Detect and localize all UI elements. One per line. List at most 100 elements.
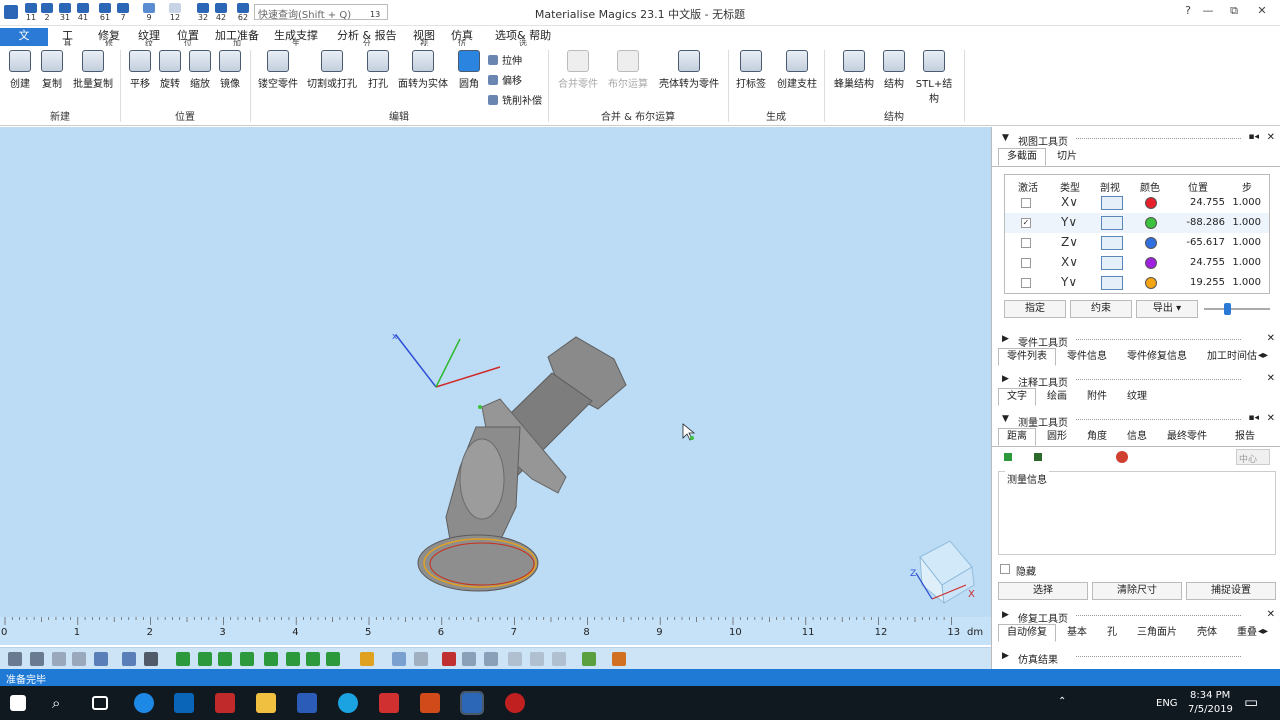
section-color-dot[interactable]	[1145, 217, 1157, 229]
tab-analysis[interactable]: 分析 & 报告分	[333, 28, 401, 48]
measure-axis-icon[interactable]	[1116, 451, 1128, 463]
section-view-icon[interactable]	[1101, 236, 1123, 250]
clock-date[interactable]: 7/5/2019	[1188, 704, 1233, 715]
measure-point-icon[interactable]	[1004, 453, 1012, 461]
measure-tools-header[interactable]: ▼ 测量工具页 ▪◂ ✕	[992, 412, 1280, 429]
mark-plane-icon[interactable]	[530, 652, 544, 666]
surface-to-solid-button[interactable]: 面转为实体	[396, 50, 450, 90]
3d-viewport[interactable]: x X Z	[0, 127, 991, 617]
snap-settings-button[interactable]: 捕捉设置	[1186, 582, 1276, 600]
assign-button[interactable]: 指定	[1004, 300, 1066, 318]
tab-options-help[interactable]: 选项& 帮助选	[491, 28, 555, 48]
section-slider[interactable]	[1204, 303, 1270, 315]
tab-repair[interactable]: 修复修	[94, 28, 124, 48]
section-color-dot[interactable]	[1145, 257, 1157, 269]
select-plane-icon[interactable]	[198, 652, 212, 666]
tab-tools[interactable]: 工具	[58, 28, 77, 48]
invert-marked-icon[interactable]	[462, 652, 476, 666]
axis-type[interactable]: Y∨	[1061, 275, 1077, 289]
milling-comp-button[interactable]: 铣削补偿	[488, 92, 542, 107]
tab-build-time[interactable]: 加工时间估	[1198, 348, 1266, 366]
select-triangle-icon[interactable]	[176, 652, 190, 666]
axis-type[interactable]: X∨	[1061, 195, 1078, 209]
select-surface-icon[interactable]	[218, 652, 232, 666]
shell-to-part-button[interactable]: 壳体转为零件	[656, 50, 722, 90]
scale-button[interactable]: 缩放	[186, 50, 214, 90]
tab-draw[interactable]: 绘画	[1038, 388, 1076, 406]
view-cube-icon[interactable]	[94, 652, 108, 666]
section-view-icon[interactable]	[1101, 216, 1123, 230]
view-tools-header[interactable]: ▼ 视图工具页 ▪◂ ✕	[992, 131, 1280, 148]
measure-line-icon[interactable]	[1034, 453, 1042, 461]
select-all-icon[interactable]	[326, 652, 340, 666]
tab-view[interactable]: 视图视	[409, 28, 439, 48]
structure-button[interactable]: 结构	[880, 50, 908, 90]
mirror-button[interactable]: 镜像	[216, 50, 244, 90]
part-tools-header[interactable]: ▶ 零件工具页 ✕	[992, 332, 1280, 349]
cut-punch-button[interactable]: 切割或打孔	[304, 50, 360, 90]
section-view-icon[interactable]	[1101, 256, 1123, 270]
word-icon[interactable]	[297, 693, 317, 713]
tray-up-arrow[interactable]: ⌃	[1058, 696, 1066, 707]
tab-report[interactable]: 报告	[1226, 428, 1264, 446]
tab-texture[interactable]: 纹理纹	[134, 28, 164, 48]
repair-tools-header[interactable]: ▶ 修复工具页 ✕	[992, 608, 1280, 625]
stl-structure-button[interactable]: STL+结构	[912, 50, 956, 105]
tab-triangles[interactable]: 三角面片	[1128, 624, 1186, 642]
active-checkbox[interactable]: ✓	[1021, 218, 1031, 228]
table-row[interactable]: Y∨ 19.255 1.000	[1005, 273, 1269, 293]
table-row[interactable]: X∨ 24.755 1.000	[1005, 193, 1269, 213]
tab-info[interactable]: 信息	[1118, 428, 1156, 446]
section-color-dot[interactable]	[1145, 277, 1157, 289]
tab-basic[interactable]: 基本	[1058, 624, 1096, 642]
tab-shells[interactable]: 壳体	[1188, 624, 1226, 642]
zoom-fit-icon[interactable]	[72, 652, 86, 666]
acrobat-icon[interactable]	[379, 693, 399, 713]
extrude-button[interactable]: 拉伸	[488, 52, 522, 67]
triangle-color-icon[interactable]	[612, 652, 626, 666]
create-button[interactable]: 创建	[6, 50, 34, 90]
powerpoint-icon[interactable]	[420, 693, 440, 713]
youdao-icon[interactable]	[215, 693, 235, 713]
language-indicator[interactable]: ENG	[1156, 698, 1178, 709]
tab-scroll-icon[interactable]: ◂▸	[1258, 350, 1268, 361]
pan-icon[interactable]	[52, 652, 66, 666]
zoom-window-icon[interactable]	[30, 652, 44, 666]
zoom-icon[interactable]	[8, 652, 22, 666]
translate-button[interactable]: 平移	[126, 50, 154, 90]
tab-auto-repair[interactable]: 自动修复	[998, 624, 1056, 642]
shading-icon[interactable]	[144, 652, 158, 666]
select-brush-icon[interactable]	[306, 652, 320, 666]
tab-simulation[interactable]: 仿真仿	[447, 28, 477, 48]
select-lasso-icon[interactable]	[286, 652, 300, 666]
table-row[interactable]: X∨ 24.755 1.000	[1005, 253, 1269, 273]
section-view-icon[interactable]	[1101, 196, 1123, 210]
clock-time[interactable]: 8:34 PM	[1190, 690, 1230, 701]
center-dropdown[interactable]: 中心	[1236, 449, 1270, 465]
copy-button[interactable]: 复制	[38, 50, 66, 90]
section-view-icon[interactable]	[1101, 276, 1123, 290]
recorder-icon[interactable]	[505, 693, 525, 713]
tab-attachment[interactable]: 附件	[1078, 388, 1116, 406]
table-row[interactable]: ✓ Y∨ -88.286 1.000	[1005, 213, 1269, 233]
tab-circle[interactable]: 圆形	[1038, 428, 1076, 446]
search-icon[interactable]: ⌕	[52, 694, 60, 712]
magics-taskbar-icon[interactable]	[460, 691, 484, 715]
tab-slice[interactable]: 切片	[1048, 148, 1086, 166]
label-button[interactable]: 打标签	[734, 50, 768, 90]
outlook-icon[interactable]	[174, 693, 194, 713]
active-checkbox[interactable]	[1021, 278, 1031, 288]
notification-icon[interactable]: ▭	[1244, 693, 1258, 711]
create-strut-button[interactable]: 创建支柱	[774, 50, 820, 90]
part-select-icon[interactable]	[360, 652, 374, 666]
section-color-dot[interactable]	[1145, 197, 1157, 209]
view-front-icon[interactable]	[122, 652, 136, 666]
axis-type[interactable]: Y∨	[1061, 215, 1077, 229]
boolean-button[interactable]: 布尔运算	[606, 50, 650, 90]
tab-file[interactable]: 文	[0, 28, 48, 46]
repair-tab-scroll-icon[interactable]: ◂▸	[1258, 626, 1268, 637]
tab-build-prep[interactable]: 加工准备加	[211, 28, 263, 48]
task-view-icon[interactable]	[92, 696, 108, 710]
table-row[interactable]: Z∨ -65.617 1.000	[1005, 233, 1269, 253]
expand-marked-icon[interactable]	[484, 652, 498, 666]
